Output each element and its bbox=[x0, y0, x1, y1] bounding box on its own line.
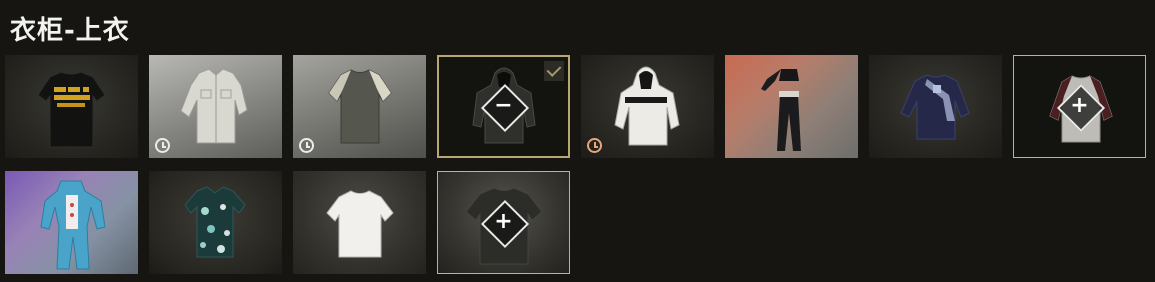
item-white-tshirt[interactable] bbox=[293, 171, 426, 274]
equip-icon[interactable]: + bbox=[1065, 91, 1095, 121]
unequip-icon[interactable]: − bbox=[489, 91, 519, 121]
item-black-print-tshirt[interactable] bbox=[5, 55, 138, 158]
equip-icon[interactable]: + bbox=[489, 207, 519, 237]
page-title: 衣柜-上衣 bbox=[10, 16, 130, 46]
item-blue-pajama-suit[interactable] bbox=[5, 171, 138, 274]
item-dark-tshirt[interactable]: + bbox=[437, 171, 570, 274]
navy-sweater-image bbox=[900, 74, 970, 140]
black-print-tshirt-image bbox=[37, 71, 106, 148]
item-floral-shirt[interactable] bbox=[149, 171, 282, 274]
item-navy-sweater[interactable] bbox=[869, 55, 1002, 158]
equipped-check-icon bbox=[544, 61, 564, 81]
item-grey-raglan-shirt[interactable]: + bbox=[1013, 55, 1146, 158]
item-raglan-tshirt[interactable] bbox=[293, 55, 426, 158]
item-white-button-shirt[interactable] bbox=[149, 55, 282, 158]
item-white-hoodie[interactable] bbox=[581, 55, 714, 158]
timer-icon bbox=[155, 138, 170, 153]
crop-top-outfit-image bbox=[761, 69, 801, 151]
white-tshirt-image bbox=[326, 190, 394, 258]
timer-icon bbox=[299, 138, 314, 153]
timer-icon bbox=[587, 138, 602, 153]
blue-pajama-suit-image bbox=[40, 180, 106, 270]
wardrobe-grid: − + + bbox=[5, 55, 1155, 277]
item-crop-top-outfit[interactable] bbox=[725, 55, 858, 158]
floral-shirt-image bbox=[184, 186, 246, 258]
item-black-hoodie[interactable]: − bbox=[437, 55, 570, 158]
